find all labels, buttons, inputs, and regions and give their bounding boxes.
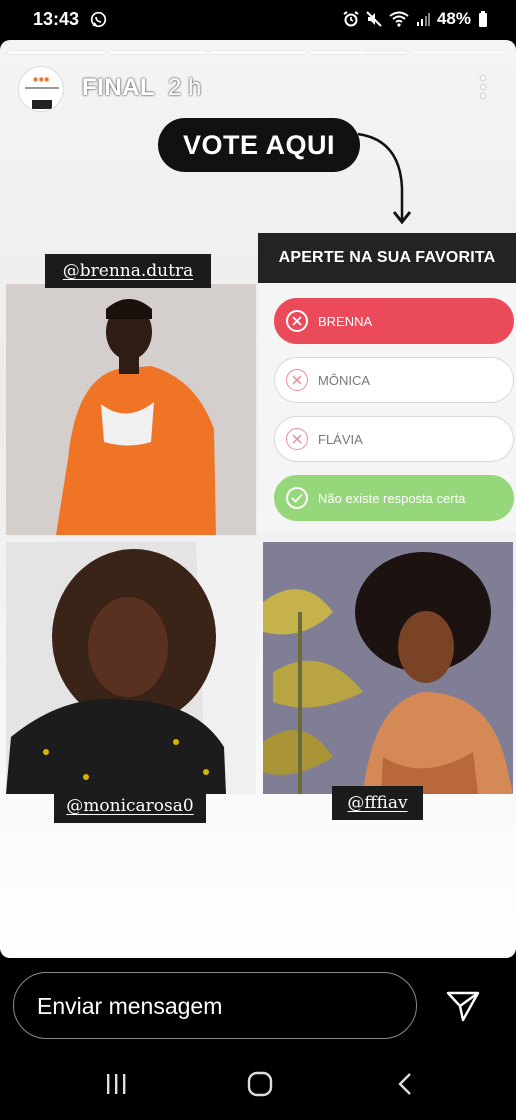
photo-monica — [6, 542, 256, 794]
send-icon[interactable] — [445, 988, 481, 1024]
quiz-poll: APERTE NA SUA FAVORITA BRENNA MÔNICA FLÁ… — [258, 233, 516, 533]
poll-option-monica[interactable]: MÔNICA — [274, 357, 514, 403]
handle-flavia[interactable]: @fffiav — [332, 786, 423, 820]
close-icon — [286, 428, 308, 450]
poll-option-label: BRENNA — [318, 313, 373, 329]
poll-option-no-right-answer[interactable]: Não existe resposta certa — [274, 475, 514, 521]
poll-option-flavia[interactable]: FLÁVIA — [274, 416, 514, 462]
arrow-down-icon — [357, 132, 412, 225]
photo-brenna — [6, 284, 256, 535]
whatsapp-icon — [90, 11, 107, 28]
more-options-icon[interactable] — [480, 76, 486, 100]
avatar-tag — [32, 100, 52, 109]
status-icons: 48% — [343, 9, 488, 29]
handle-flavia-text: @fffiav — [347, 793, 408, 813]
avatar-logo-line — [25, 87, 59, 89]
progress-segment — [209, 51, 307, 54]
handle-brenna[interactable]: @brenna.dutra — [45, 254, 211, 288]
poll-option-label: FLÁVIA — [318, 431, 363, 447]
handle-monica[interactable]: @monicarosa0 — [54, 789, 206, 823]
status-bar: 13:43 48% — [0, 0, 516, 40]
close-icon — [286, 310, 308, 332]
avatar-logo: ✺✺✺ — [32, 77, 50, 84]
message-input[interactable]: Enviar mensagem — [13, 972, 417, 1039]
progress-segment-current — [310, 51, 408, 54]
reply-bar: Enviar mensagem — [0, 958, 516, 1050]
signal-icon — [416, 13, 430, 26]
progress-segment — [411, 51, 508, 54]
handle-monica-text: @monicarosa0 — [66, 796, 194, 816]
avatar[interactable]: ✺✺✺ — [18, 66, 64, 112]
status-time: 13:43 — [33, 9, 80, 29]
check-icon — [286, 487, 308, 509]
battery-icon — [479, 11, 487, 27]
story-timestamp: 2 h — [168, 74, 202, 101]
progress-segment — [8, 51, 105, 54]
handle-brenna-text: @brenna.dutra — [62, 261, 194, 281]
poll-question: APERTE NA SUA FAVORITA — [258, 233, 516, 283]
alarm-icon — [343, 11, 359, 27]
poll-option-label: Não existe resposta certa — [318, 490, 466, 506]
progress-segment — [108, 51, 206, 54]
back-icon[interactable] — [396, 1072, 414, 1096]
poll-option-label: MÔNICA — [318, 372, 370, 388]
mute-icon — [366, 11, 382, 27]
poll-option-brenna[interactable]: BRENNA — [274, 298, 514, 344]
photo-flavia — [263, 542, 513, 794]
story-username[interactable]: FINAL — [82, 74, 155, 102]
recent-apps-icon[interactable] — [104, 1072, 128, 1096]
vote-label: VOTE AQUI — [158, 118, 360, 172]
close-icon — [286, 369, 308, 391]
system-nav-bar — [0, 1050, 516, 1120]
story-viewer[interactable]: ✺✺✺ FINAL 2 h VOTE AQUI @brenna.dutra @m… — [0, 40, 516, 958]
home-icon[interactable] — [247, 1071, 273, 1097]
story-progress — [8, 51, 508, 54]
wifi-icon — [389, 11, 409, 27]
battery-percent: 48% — [436, 9, 471, 28]
